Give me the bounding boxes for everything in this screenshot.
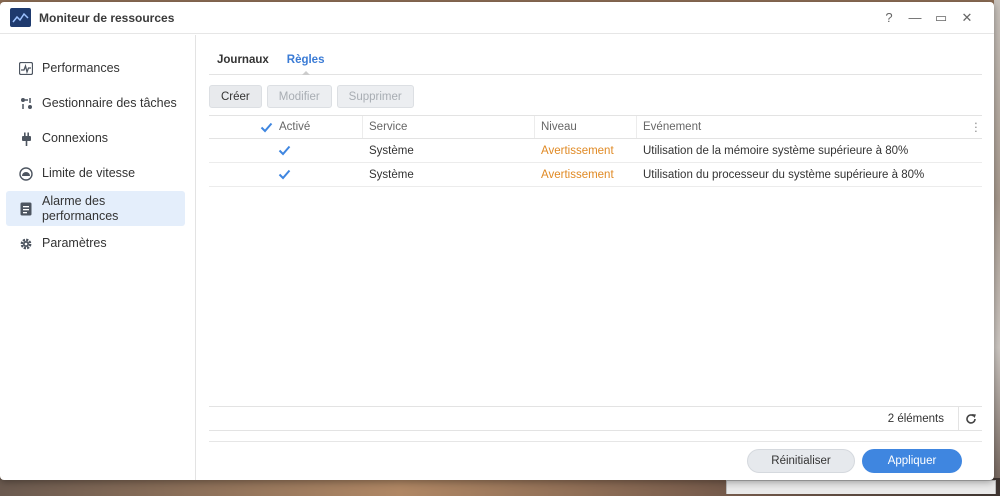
table-row[interactable]: Système Avertissement Utilisation du pro… [209,163,982,187]
modify-button[interactable]: Modifier [266,85,332,108]
performance-chart-icon [18,62,34,75]
reset-button[interactable]: Réinitialiser [747,449,855,473]
row-checkbox[interactable] [278,168,291,181]
sidebar-item-performances[interactable]: Performances [6,51,185,86]
plug-icon [18,132,34,146]
tab-regles[interactable]: Règles [279,54,333,75]
minimize-icon[interactable]: — [902,10,928,25]
column-menu-icon[interactable]: ⋮ [970,116,982,138]
desktop-background-right [994,0,1000,496]
row-active-cell [209,163,363,186]
tab-bar: Journaux Règles [209,35,982,75]
sidebar: Performances Gestionnaire des tâches Con… [0,35,196,480]
row-checkbox[interactable] [278,144,291,157]
sidebar-item-label: Limite de vitesse [42,166,136,180]
window-title: Moniteur de ressources [39,10,175,25]
action-bar: Réinitialiser Appliquer [209,441,982,480]
row-service: Système [369,144,414,157]
row-level: Avertissement [541,168,614,181]
column-header-active[interactable]: Activé [209,116,363,138]
sidebar-item-label: Connexions [42,131,109,145]
alarm-clipboard-icon [18,202,34,216]
main-panel: Journaux Règles Créer Modifier Supprimer… [209,35,982,480]
refresh-icon[interactable] [958,406,982,431]
tab-journaux[interactable]: Journaux [209,54,277,74]
column-header-service[interactable]: Service [363,116,535,138]
sidebar-item-settings[interactable]: Paramètres [6,226,185,261]
sidebar-item-speed-limit[interactable]: Limite de vitesse [6,156,185,191]
task-manager-icon [18,97,34,110]
sidebar-item-label: Gestionnaire des tâches [42,96,177,110]
sidebar-item-label: Paramètres [42,236,107,250]
row-active-cell [209,139,363,162]
help-icon[interactable]: ? [876,10,902,25]
row-level: Avertissement [541,144,614,157]
maximize-icon[interactable]: ▭ [928,10,954,26]
desktop-widget [726,480,996,494]
apply-button[interactable]: Appliquer [862,449,962,473]
table-header: Activé Service Niveau Evénement ⋮ [209,115,982,139]
row-event: Utilisation du processeur du système sup… [643,168,925,181]
sidebar-item-label: Performances [42,61,120,75]
select-all-checkbox[interactable] [260,121,273,134]
delete-button[interactable]: Supprimer [336,85,414,108]
table-footer: 2 éléments [209,406,982,431]
sidebar-item-label: Alarme des performances [41,193,119,223]
sidebar-item-performance-alarm[interactable]: Alarme des performances [6,191,185,226]
speed-gauge-icon [18,166,34,181]
item-count: 2 éléments [887,412,944,425]
header-label-active: Activé [279,121,311,133]
toolbar: Créer Modifier Supprimer [209,85,982,109]
close-icon[interactable]: ✕ [954,10,980,26]
create-button[interactable]: Créer [209,85,262,108]
column-header-event[interactable]: Evénement [637,116,970,138]
title-bar: Moniteur de ressources ? — ▭ ✕ [0,2,994,34]
resource-monitor-app-icon [10,8,31,27]
row-event: Utilisation de la mémoire système supéri… [643,144,909,157]
gear-icon [18,237,34,251]
sidebar-item-task-manager[interactable]: Gestionnaire des tâches [6,86,185,121]
sidebar-item-connections[interactable]: Connexions [6,121,185,156]
table-row[interactable]: Système Avertissement Utilisation de la … [209,139,982,163]
resource-monitor-window: Moniteur de ressources ? — ▭ ✕ Performan… [0,2,994,480]
column-header-level[interactable]: Niveau [535,116,637,138]
row-service: Système [369,168,414,181]
